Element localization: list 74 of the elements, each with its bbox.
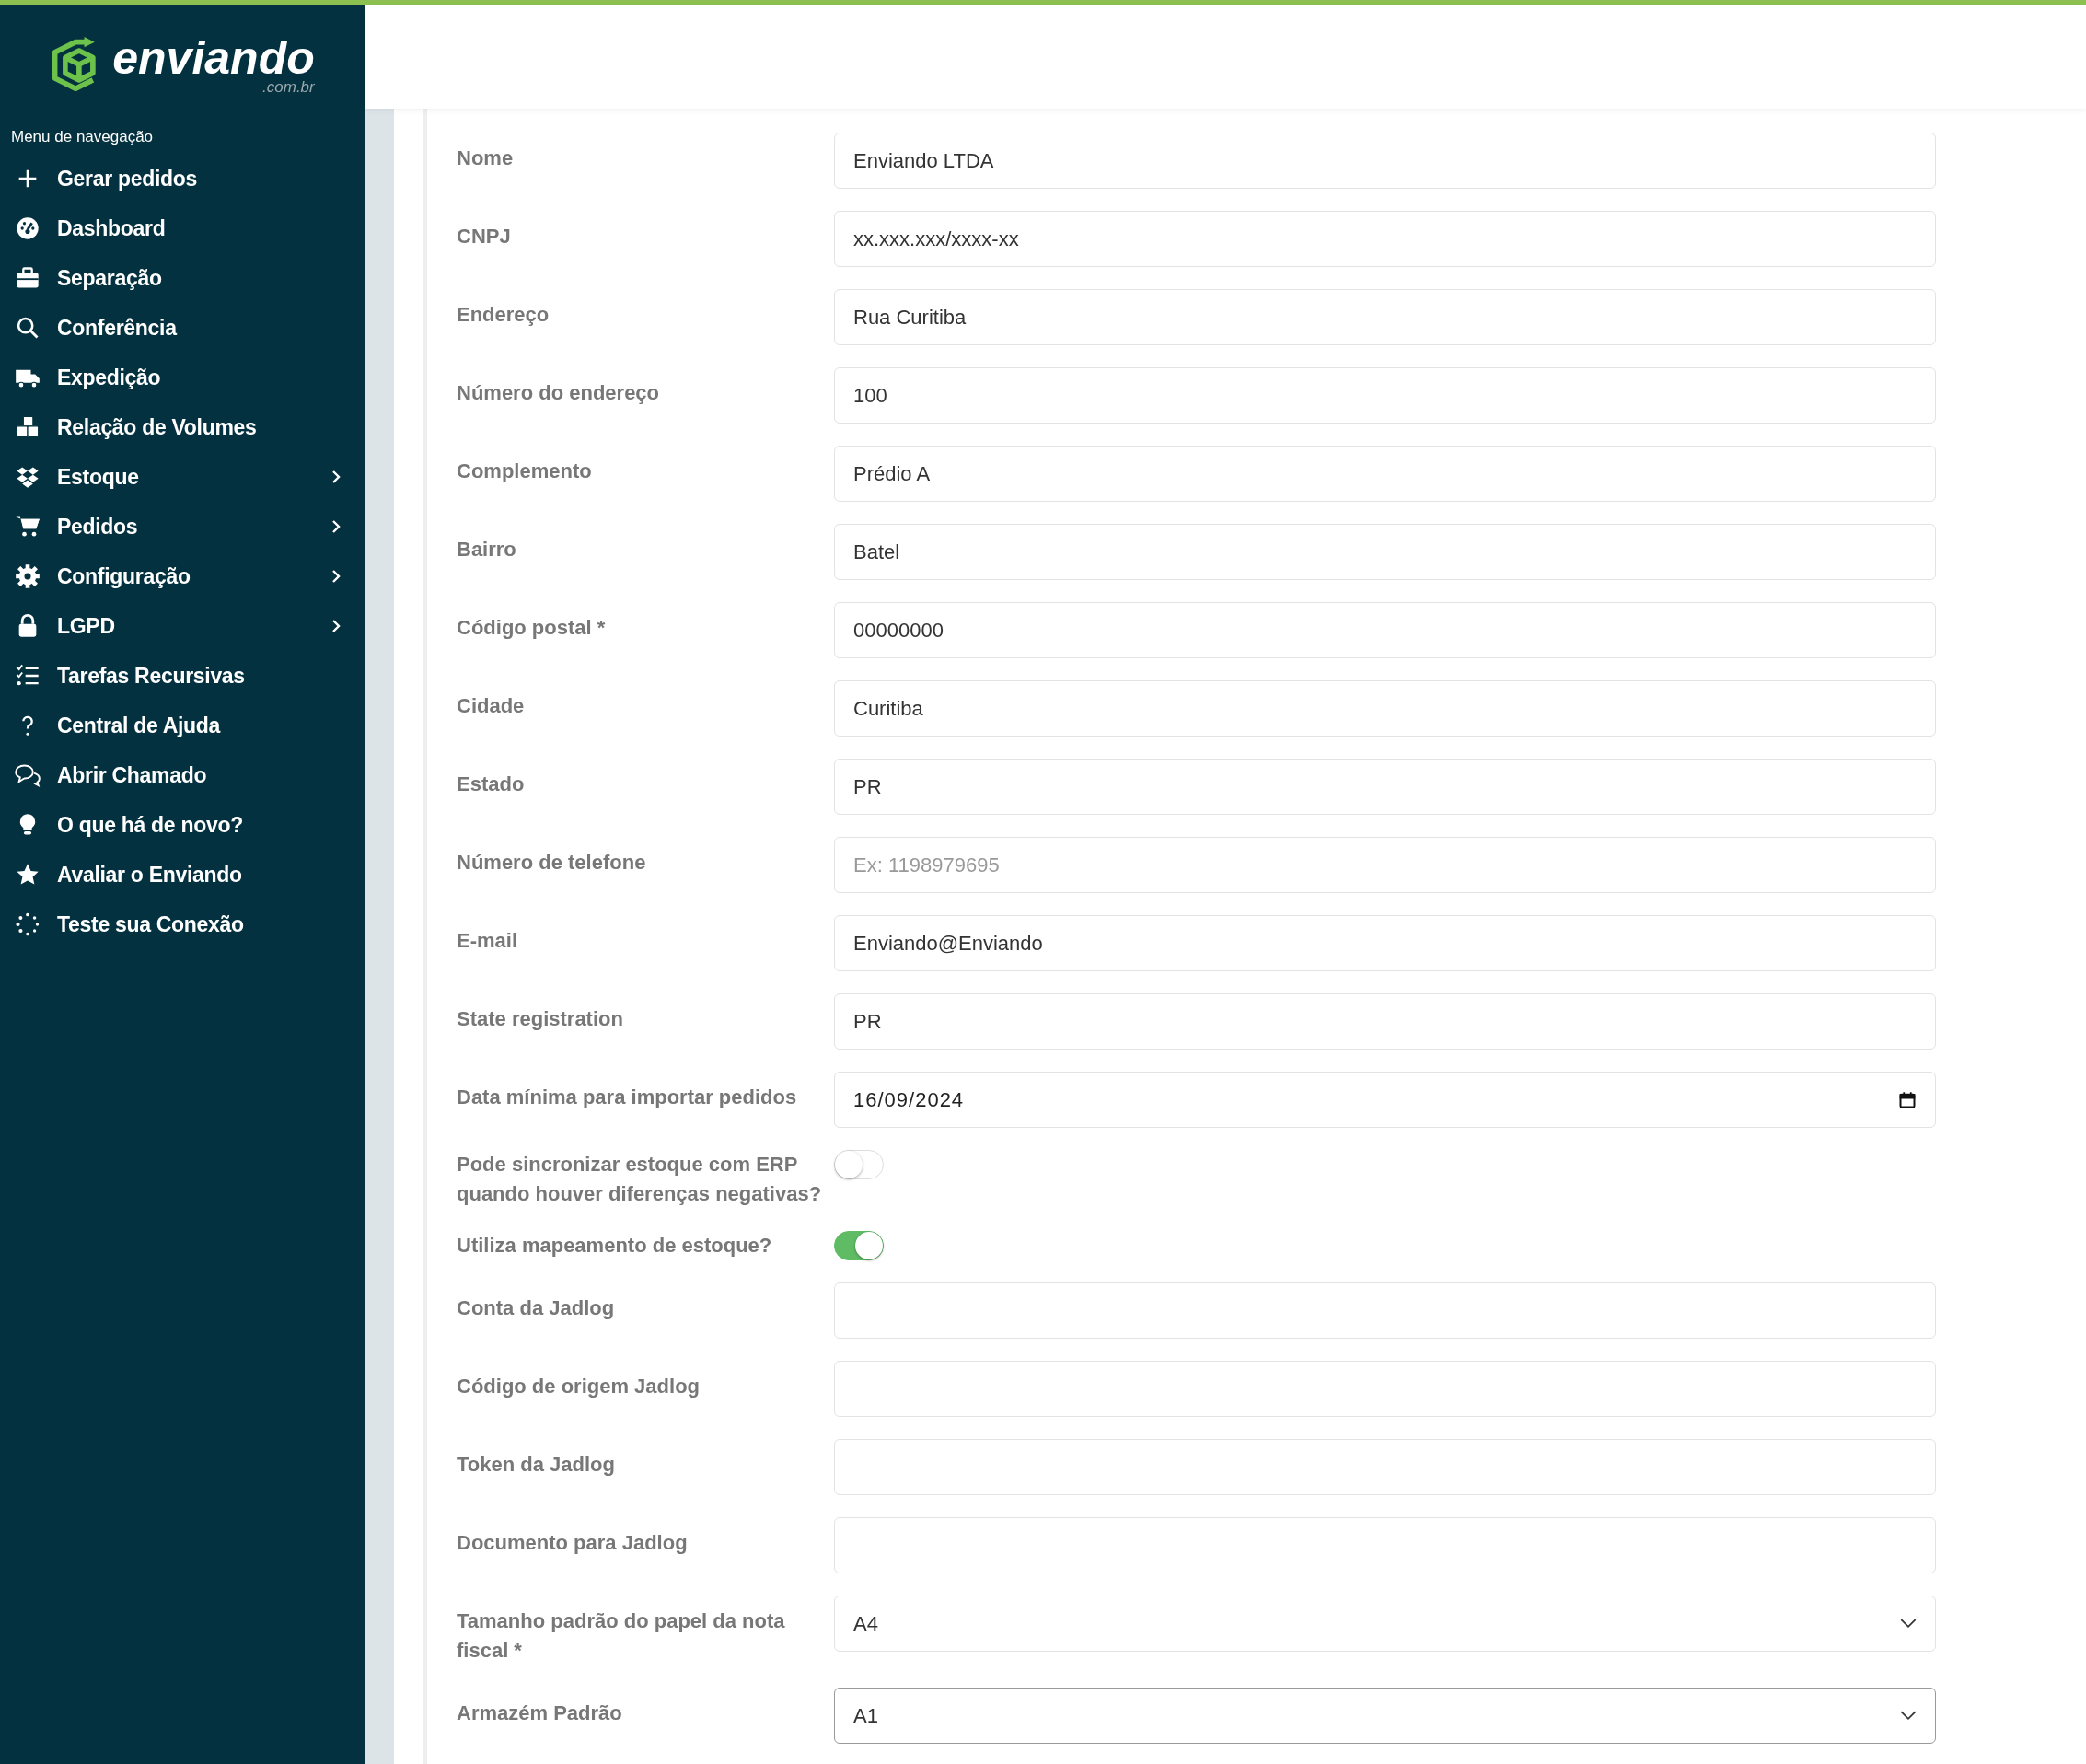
settings-icon (15, 563, 41, 589)
field-label: Número de telefone (457, 850, 647, 876)
field-label: E-mail (457, 928, 519, 954)
logo-wordmark: enviando (112, 34, 315, 81)
nav-heading: Menu de navegação (10, 127, 155, 146)
field-label: Token da Jadlog (457, 1452, 616, 1478)
field-label: Estado (457, 772, 526, 797)
select-field[interactable]: A1 (834, 1688, 1936, 1744)
text-field[interactable]: Prédio A (834, 446, 1936, 502)
field-label: Bairro (457, 537, 517, 563)
chevron-right-icon (331, 619, 341, 633)
nav-item[interactable]: Separação (0, 253, 365, 303)
field-label: Complemento (457, 458, 593, 484)
chat-icon (15, 762, 41, 788)
date-field[interactable]: 16/09/2024 (834, 1072, 1936, 1128)
logo-domain: .com.br (262, 78, 315, 95)
nav-item[interactable]: Teste sua Conexão (0, 899, 365, 949)
nav-item[interactable]: LGPD (0, 601, 365, 651)
nav-item[interactable]: Abrir Chamado (0, 750, 365, 800)
field-label: Cidade (457, 693, 526, 719)
text-field[interactable]: Enviando@Enviando (834, 915, 1936, 971)
text-field[interactable] (834, 1439, 1936, 1495)
text-field[interactable]: Curitiba (834, 680, 1936, 737)
chevron-right-icon (331, 470, 341, 484)
text-field[interactable]: Ex: 1198979695 (834, 837, 1936, 893)
text-field[interactable]: xx.xxx.xxx/xxxx-xx (834, 211, 1936, 267)
field-label: Documento para Jadlog (457, 1530, 689, 1556)
nav-item[interactable]: Pedidos (0, 502, 365, 551)
field-label: Tamanho padrão do papel da nota fiscal * (457, 1608, 786, 1664)
nav-item[interactable]: Estoque (0, 452, 365, 502)
field-label: Endereço (457, 302, 550, 328)
nav-item[interactable]: Conferência (0, 303, 365, 353)
toggle-switch[interactable] (834, 1231, 884, 1260)
boxes-icon (15, 414, 41, 440)
nav-item[interactable]: Dashboard (0, 203, 365, 253)
field-label: Nome (457, 145, 515, 171)
nav-item[interactable]: Configuração (0, 551, 365, 601)
text-field[interactable] (834, 1282, 1936, 1339)
field-label: Pode sincronizar estoque com ERP quando houver diferenças negativas? (457, 1152, 823, 1207)
calendar-icon[interactable] (1898, 1090, 1917, 1109)
chevron-down-icon (1900, 1619, 1917, 1629)
chevron-down-icon (1900, 1711, 1917, 1721)
chevron-right-icon (331, 569, 341, 584)
gauge-icon (15, 215, 41, 241)
nav-item[interactable]: Gerar pedidos (0, 154, 365, 203)
text-field[interactable] (834, 1517, 1936, 1573)
field-label: Armazém Padrão (457, 1700, 623, 1726)
field-label: Data mínima para importar pedidos (457, 1085, 798, 1110)
spinner-icon (15, 911, 41, 937)
nav-item[interactable]: Avaliar o Enviando (0, 850, 365, 899)
chevron-right-icon (331, 519, 341, 534)
nav-item[interactable]: Central de Ajuda (0, 701, 365, 750)
select-field[interactable]: A4 (834, 1596, 1936, 1652)
text-field[interactable] (834, 1361, 1936, 1417)
text-field[interactable]: 100 (834, 367, 1936, 424)
text-field[interactable]: Rua Curitiba (834, 289, 1936, 345)
text-field[interactable]: 00000000 (834, 602, 1936, 658)
field-label: State registration (457, 1006, 624, 1032)
text-field[interactable]: Batel (834, 524, 1936, 580)
field-label: Código de origem Jadlog (457, 1374, 701, 1399)
search-icon (15, 315, 41, 341)
nav-item[interactable]: Tarefas Recursivas (0, 651, 365, 701)
nav-item[interactable]: Relação de Volumes (0, 402, 365, 452)
field-label: Número do endereço (457, 380, 661, 406)
field-label: Conta da Jadlog (457, 1295, 616, 1321)
field-label: CNPJ (457, 224, 512, 250)
field-label: Código postal * (457, 615, 607, 641)
nav-item[interactable]: Expedição (0, 353, 365, 402)
text-field[interactable]: PR (834, 993, 1936, 1050)
text-field[interactable]: PR (834, 759, 1936, 815)
text-field[interactable]: Enviando LTDA (834, 133, 1936, 189)
field-label: Utiliza mapeamento de estoque? (457, 1233, 773, 1259)
nav-item[interactable]: O que há de novo? (0, 800, 365, 850)
toolbox-icon (15, 265, 41, 291)
